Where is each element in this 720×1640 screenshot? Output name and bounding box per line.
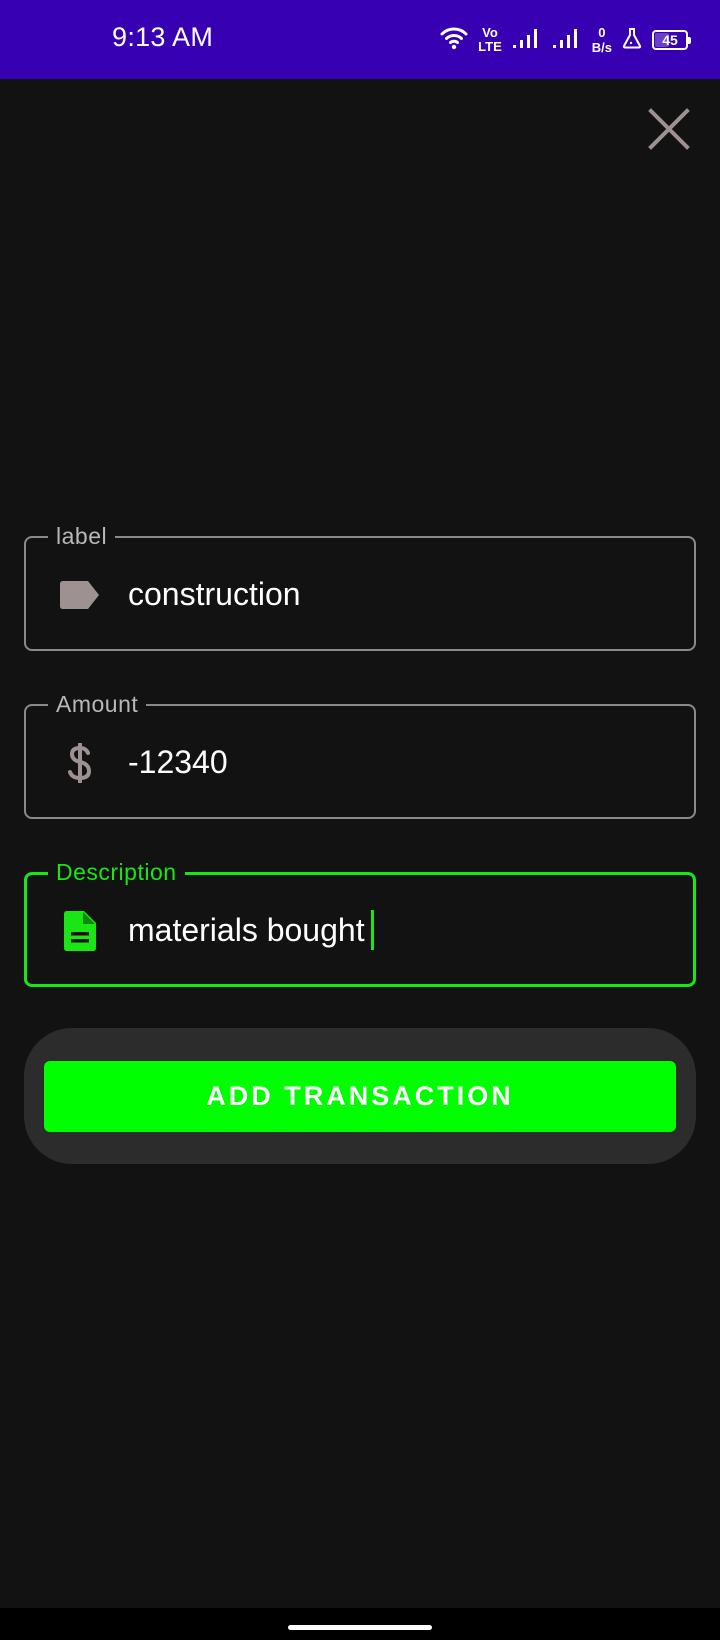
close-icon bbox=[648, 108, 690, 150]
description-input-text: materials bought bbox=[128, 912, 365, 948]
description-input[interactable]: materials bought bbox=[128, 908, 374, 952]
document-icon bbox=[60, 911, 100, 951]
dollar-icon bbox=[60, 743, 100, 783]
close-button[interactable] bbox=[646, 106, 692, 152]
flask-icon bbox=[622, 27, 642, 54]
add-transaction-screen: 9:13 AM Vo LTE 0 B/s 45 label constructi… bbox=[0, 0, 720, 1640]
label-input[interactable]: construction bbox=[128, 572, 301, 616]
signal-icon bbox=[512, 27, 542, 54]
battery-level-text: 45 bbox=[662, 32, 678, 48]
text-caret bbox=[370, 910, 374, 950]
wifi-icon bbox=[440, 26, 468, 55]
net-speed: 0 B/s bbox=[592, 25, 612, 55]
net-speed-value: 0 bbox=[598, 25, 606, 40]
status-time: 9:13 AM bbox=[112, 22, 214, 52]
volte-bottom-text: LTE bbox=[478, 39, 502, 54]
description-field[interactable]: Description materials bought bbox=[24, 859, 696, 987]
submit-card: ADD TRANSACTION bbox=[24, 1028, 696, 1164]
volte-top-text: Vo bbox=[482, 25, 498, 40]
description-field-label: Description bbox=[48, 859, 185, 885]
navigation-bar bbox=[0, 1608, 720, 1640]
net-speed-unit: B/s bbox=[591, 40, 612, 55]
status-icons: Vo LTE 0 B/s 45 bbox=[440, 18, 691, 62]
amount-field[interactable]: Amount -12340 bbox=[24, 691, 696, 819]
amount-input[interactable]: -12340 bbox=[128, 740, 228, 784]
tag-icon bbox=[60, 575, 100, 615]
home-indicator[interactable] bbox=[288, 1625, 432, 1630]
signal-icon-2 bbox=[552, 27, 582, 54]
volte-indicator: Vo LTE bbox=[478, 26, 502, 54]
add-transaction-button[interactable]: ADD TRANSACTION bbox=[44, 1061, 676, 1132]
label-field[interactable]: label construction bbox=[24, 523, 696, 651]
label-field-label: label bbox=[48, 523, 116, 549]
status-bar: 9:13 AM Vo LTE 0 B/s 45 bbox=[0, 0, 720, 79]
amount-field-label: Amount bbox=[48, 691, 147, 717]
battery-indicator: 45 bbox=[652, 30, 691, 50]
